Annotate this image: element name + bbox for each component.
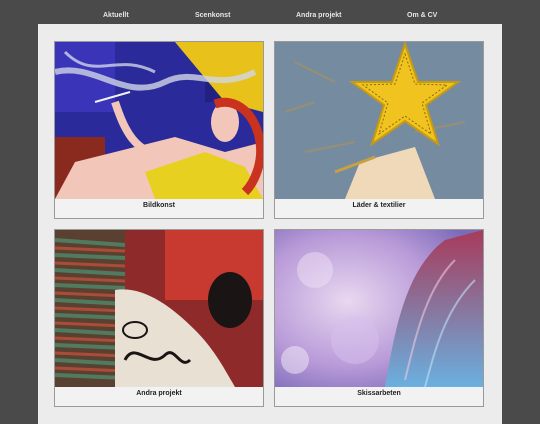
bildkonst-thumbnail bbox=[55, 42, 263, 199]
lader-textilier-thumbnail bbox=[275, 42, 483, 199]
nav-scenkonst[interactable]: Scenkonst bbox=[195, 12, 230, 19]
content-panel: Bildkonst Läder & textilier Andra projek… bbox=[38, 24, 502, 424]
gallery-card-bildkonst[interactable]: Bildkonst bbox=[54, 41, 264, 219]
skissarbeten-thumbnail bbox=[275, 230, 483, 387]
card-caption: Skissarbeten bbox=[357, 390, 401, 397]
gallery-card-skissarbeten[interactable]: Skissarbeten bbox=[274, 229, 484, 407]
nav-aktuellt[interactable]: Aktuellt bbox=[103, 12, 129, 19]
gallery-card-lader-textilier[interactable]: Läder & textilier bbox=[274, 41, 484, 219]
nav-om-cv[interactable]: Om & CV bbox=[407, 12, 437, 19]
gallery-card-andra-projekt[interactable]: Andra projekt bbox=[54, 229, 264, 407]
card-caption: Bildkonst bbox=[143, 202, 175, 209]
nav-andra-projekt[interactable]: Andra projekt bbox=[296, 12, 342, 19]
card-caption: Läder & textilier bbox=[352, 202, 406, 209]
andra-projekt-thumbnail bbox=[55, 230, 263, 387]
card-caption: Andra projekt bbox=[136, 390, 182, 397]
